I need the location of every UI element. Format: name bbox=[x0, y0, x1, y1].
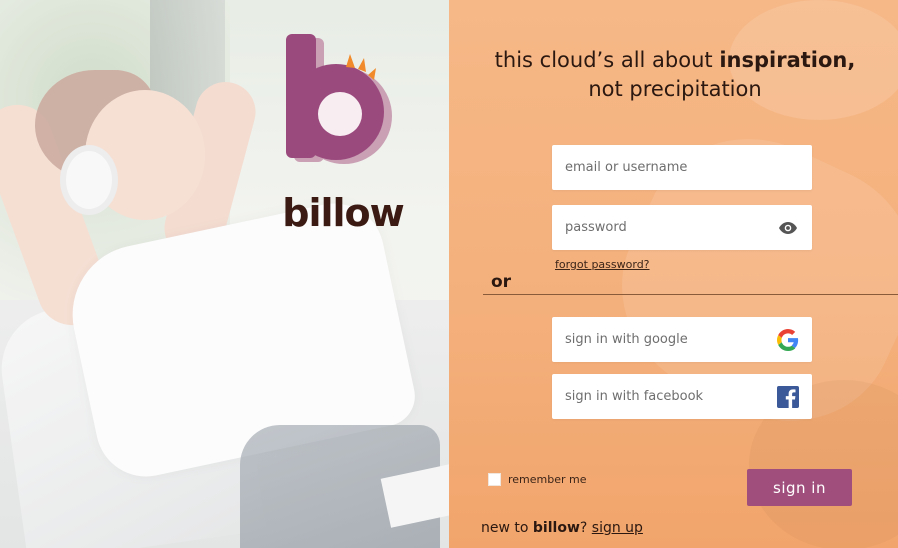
tagline-line2: not precipitation bbox=[588, 77, 762, 101]
or-divider-line bbox=[483, 294, 898, 295]
logo-wordmark: billow bbox=[282, 191, 405, 235]
billow-logo: billow bbox=[272, 34, 412, 232]
email-placeholder: email or username bbox=[565, 160, 688, 175]
signup-prompt: new to billow? sign up bbox=[481, 520, 643, 536]
signup-brand: billow bbox=[532, 520, 580, 536]
facebook-signin-button[interactable]: sign in with facebook bbox=[552, 374, 812, 419]
or-divider-label: or bbox=[491, 272, 512, 292]
remember-me[interactable]: remember me bbox=[488, 473, 587, 486]
logo-mark-icon bbox=[286, 34, 392, 164]
password-placeholder: password bbox=[565, 220, 627, 235]
tagline-line1-prefix: this cloud’s all about bbox=[494, 48, 713, 72]
password-field[interactable]: password bbox=[552, 205, 812, 250]
tagline-line1-bold: inspiration, bbox=[719, 48, 856, 72]
google-signin-button[interactable]: sign in with google bbox=[552, 317, 812, 362]
eye-icon[interactable] bbox=[777, 217, 799, 239]
google-signin-label: sign in with google bbox=[565, 332, 688, 347]
email-field[interactable]: email or username bbox=[552, 145, 812, 190]
facebook-signin-label: sign in with facebook bbox=[565, 389, 704, 404]
remember-me-label: remember me bbox=[508, 473, 587, 486]
remember-me-checkbox[interactable] bbox=[488, 473, 501, 486]
sign-in-button[interactable]: sign in bbox=[747, 469, 852, 506]
google-icon bbox=[777, 328, 799, 351]
forgot-password-link[interactable]: forgot password? bbox=[555, 258, 650, 271]
signup-prefix: new to bbox=[481, 520, 529, 536]
sign-up-link[interactable]: sign up bbox=[592, 520, 643, 536]
tagline: this cloud’s all about inspiration, not … bbox=[480, 46, 870, 104]
signup-suffix: ? bbox=[579, 520, 588, 536]
facebook-icon bbox=[777, 385, 799, 408]
